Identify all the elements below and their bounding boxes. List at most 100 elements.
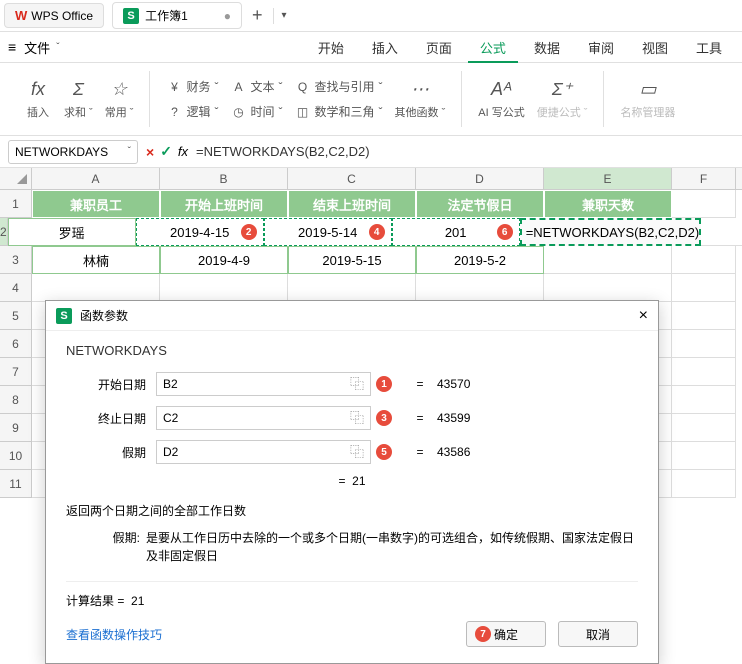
menu-data[interactable]: 数据: [522, 34, 572, 61]
range-picker-icon[interactable]: ⿻: [350, 374, 364, 394]
name-box[interactable]: NETWORKDAYS ˇ: [8, 140, 138, 164]
cell-b2[interactable]: 2019-4-152: [136, 218, 264, 246]
divider: [273, 8, 274, 24]
select-all-corner[interactable]: [0, 168, 32, 189]
accept-formula-button[interactable]: ✓: [160, 143, 172, 160]
menu-review[interactable]: 审阅: [576, 34, 626, 61]
ok-button[interactable]: 7 确定: [466, 621, 546, 647]
arg-holiday-input[interactable]: D2 5 ⿻: [156, 440, 371, 464]
text-button[interactable]: A文本 ˇ: [224, 76, 288, 97]
close-button[interactable]: ×: [639, 307, 648, 325]
row-header-1[interactable]: 1: [0, 190, 32, 218]
cell-d2[interactable]: 2016: [392, 218, 520, 246]
dialog-title: 函数参数: [80, 307, 128, 324]
row-header-10[interactable]: 10: [0, 442, 32, 470]
arg-end-result: 43599: [437, 411, 470, 425]
sigma-icon: Σ: [73, 79, 84, 100]
quick-icon: Σ⁺: [552, 79, 572, 100]
new-tab-button[interactable]: +: [252, 5, 263, 26]
arg-start-input[interactable]: B2 1 ⿻: [156, 372, 371, 396]
cell-e2[interactable]: =NETWORKDAYS(B2,C2,D2): [520, 218, 702, 246]
menu-page[interactable]: 页面: [414, 34, 464, 61]
function-args-dialog: S 函数参数 × NETWORKDAYS 开始日期 B2 1 ⿻ = 43570…: [45, 300, 659, 664]
mid-result: 21: [352, 474, 365, 488]
cell-b1[interactable]: 开始上班时间: [160, 190, 288, 218]
fx-icon: fx: [31, 79, 45, 100]
calc-value: 21: [131, 594, 144, 608]
holiday-key: 假期:: [66, 529, 146, 565]
range-picker-icon[interactable]: ⿻: [350, 442, 364, 462]
formula-input[interactable]: [196, 140, 734, 164]
arg-start-result: 43570: [437, 377, 470, 391]
cell-a1[interactable]: 兼职员工: [32, 190, 160, 218]
cell-b3[interactable]: 2019-4-9: [160, 246, 288, 274]
cancel-button[interactable]: 取消: [558, 621, 638, 647]
finance-button[interactable]: ¥财务 ˇ: [160, 76, 224, 97]
menu-view[interactable]: 视图: [630, 34, 680, 61]
cell-d3[interactable]: 2019-5-2: [416, 246, 544, 274]
menu-tools[interactable]: 工具: [684, 34, 734, 61]
cell-f3[interactable]: [672, 246, 736, 274]
cell-c1[interactable]: 结束上班时间: [288, 190, 416, 218]
sum-button[interactable]: Σ求和 ˇ: [58, 75, 99, 124]
common-button[interactable]: ☆常用 ˇ: [99, 75, 140, 124]
other-fn-button[interactable]: ⋯其他函数 ˇ: [389, 75, 452, 124]
cancel-formula-button[interactable]: ×: [146, 144, 154, 160]
row-header-2[interactable]: 2: [0, 218, 8, 246]
col-header-c[interactable]: C: [288, 168, 416, 189]
file-menu[interactable]: 文件: [24, 38, 50, 57]
name-mgr-button[interactable]: ▭名称管理器: [614, 75, 681, 124]
cell-e1[interactable]: 兼职天数: [544, 190, 672, 218]
col-header-d[interactable]: D: [416, 168, 544, 189]
step-badge-5: 5: [376, 444, 392, 460]
app-button[interactable]: W WPS Office: [4, 3, 104, 28]
cell-f1[interactable]: [672, 190, 736, 218]
row-header-6[interactable]: 6: [0, 330, 32, 358]
menu-start[interactable]: 开始: [306, 34, 356, 61]
namebox-dropdown-icon[interactable]: ˇ: [128, 146, 131, 157]
col-header-e[interactable]: E: [544, 168, 672, 189]
cell-d1[interactable]: 法定节假日: [416, 190, 544, 218]
function-name: NETWORKDAYS: [66, 343, 638, 358]
cell-c3[interactable]: 2019-5-15: [288, 246, 416, 274]
math-icon: ◫: [295, 105, 311, 119]
quick-formula-button[interactable]: Σ⁺便捷公式 ˇ: [531, 75, 594, 124]
col-header-f[interactable]: F: [672, 168, 736, 189]
col-header-a[interactable]: A: [32, 168, 160, 189]
cell-e3[interactable]: [544, 246, 672, 274]
menu-formula[interactable]: 公式: [468, 32, 518, 63]
date-button[interactable]: ◷时间 ˇ: [224, 101, 288, 122]
row-header-9[interactable]: 9: [0, 414, 32, 442]
cell-a4[interactable]: [32, 274, 160, 302]
dialog-titlebar[interactable]: S 函数参数 ×: [46, 301, 658, 331]
help-link[interactable]: 查看函数操作技巧: [66, 626, 162, 643]
row-header-7[interactable]: 7: [0, 358, 32, 386]
lookup-button[interactable]: Q查找与引用 ˇ: [289, 76, 389, 97]
cell-a2[interactable]: 罗瑶: [8, 218, 136, 246]
row-header-11[interactable]: 11: [0, 470, 32, 498]
ai-formula-button[interactable]: AᴬAI 写公式: [472, 75, 530, 124]
tabs-dropdown-icon[interactable]: ▾: [282, 10, 287, 21]
row-header-5[interactable]: 5: [0, 302, 32, 330]
cell-a3[interactable]: 林楠: [32, 246, 160, 274]
clock-icon: ◷: [230, 105, 246, 119]
arg-end-input[interactable]: C2 3 ⿻: [156, 406, 371, 430]
workbook-name: 工作簿1: [145, 7, 188, 24]
cell-c2[interactable]: 2019-5-144: [264, 218, 392, 246]
row-header-8[interactable]: 8: [0, 386, 32, 414]
step-badge-2: 2: [241, 224, 257, 240]
fx-button[interactable]: fx: [178, 144, 188, 159]
hamburger-icon[interactable]: ≡: [8, 39, 16, 55]
range-picker-icon[interactable]: ⿻: [350, 408, 364, 428]
math-button[interactable]: ◫数学和三角 ˇ: [289, 101, 389, 122]
step-badge-4: 4: [369, 224, 385, 240]
row-header-3[interactable]: 3: [0, 246, 32, 274]
workbook-tab[interactable]: S 工作簿1 ●: [112, 2, 242, 29]
row-header-4[interactable]: 4: [0, 274, 32, 302]
file-dropdown-icon[interactable]: ˇ: [56, 42, 59, 53]
col-header-b[interactable]: B: [160, 168, 288, 189]
cell-f2[interactable]: [701, 218, 742, 246]
logic-button[interactable]: ?逻辑 ˇ: [160, 101, 224, 122]
menu-insert[interactable]: 插入: [360, 34, 410, 61]
insert-fn-button[interactable]: fx插入: [18, 75, 58, 124]
